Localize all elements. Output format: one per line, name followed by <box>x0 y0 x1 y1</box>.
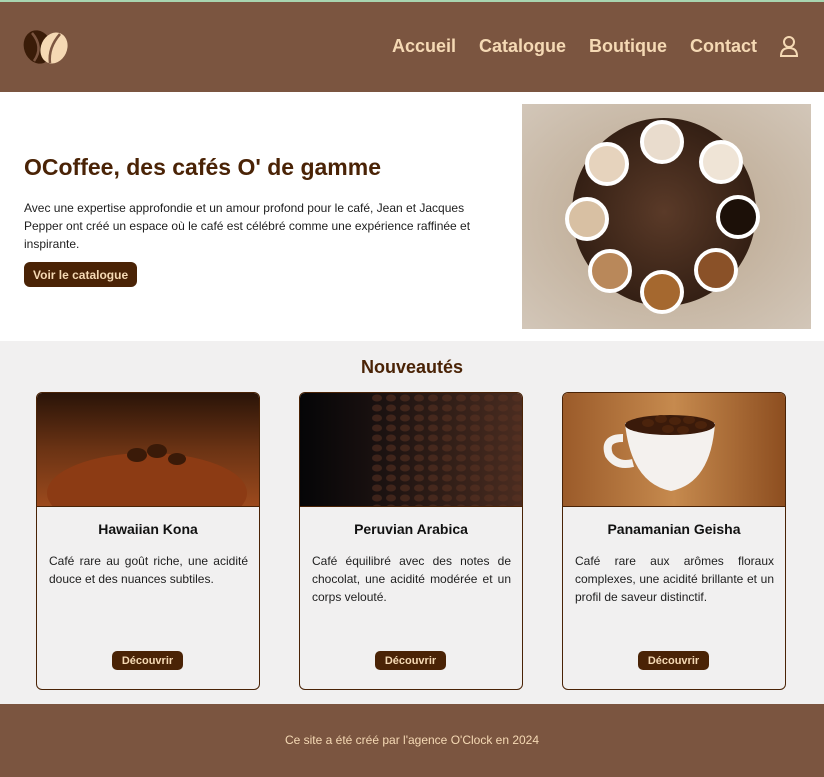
user-icon[interactable] <box>779 35 799 57</box>
product-image-cup-of-beans <box>563 393 785 507</box>
product-image-coffee-beans <box>300 393 522 507</box>
product-card-hawaiian-kona: Hawaiian Kona Café rare au goût riche, u… <box>36 392 260 690</box>
product-title: Peruvian Arabica <box>354 521 468 537</box>
nav-catalogue[interactable]: Catalogue <box>479 36 566 57</box>
hero-section: OCoffee, des cafés O' de gamme Avec une … <box>0 92 824 341</box>
hero-title: OCoffee, des cafés O' de gamme <box>24 154 381 180</box>
section-title: Nouveautés <box>360 357 464 377</box>
site-header: Accueil Catalogue Boutique Contact <box>0 2 824 92</box>
hero-text: Avec une expertise approfondie et un amo… <box>24 201 471 251</box>
new-products-section: Nouveautés Hawaiian Kona Café rare au go… <box>0 341 824 704</box>
nav-accueil[interactable]: Accueil <box>392 36 456 57</box>
coffee-bean-logo[interactable] <box>22 28 70 66</box>
product-description: Café rare au goût riche, une acidité dou… <box>49 554 248 586</box>
product-title: Hawaiian Kona <box>98 521 198 537</box>
nav-contact[interactable]: Contact <box>690 36 757 57</box>
discover-button[interactable]: Découvrir <box>638 651 709 670</box>
discover-button[interactable]: Découvrir <box>112 651 183 670</box>
product-title: Panamanian Geisha <box>607 521 741 537</box>
product-card-peruvian-arabica: Peruvian Arabica Café équilibré avec des… <box>299 392 523 690</box>
catalogue-button[interactable]: Voir le catalogue <box>24 262 138 287</box>
hero-image-coffee-cups <box>522 104 811 329</box>
nav-boutique[interactable]: Boutique <box>589 36 667 57</box>
footer-text: Ce site a été créé par l'agence O'Clock … <box>284 733 540 747</box>
site-footer: Ce site a été créé par l'agence O'Clock … <box>0 704 824 777</box>
product-image-coffee-grounds <box>37 393 259 507</box>
main-nav: Accueil Catalogue Boutique Contact <box>369 35 799 57</box>
product-description: Café équilibré avec des notes de chocola… <box>312 554 511 604</box>
product-card-panamanian-geisha: Panamanian Geisha Café rare aux arômes f… <box>562 392 786 690</box>
discover-button[interactable]: Découvrir <box>375 651 446 670</box>
product-description: Café rare aux arômes floraux complexes, … <box>575 554 774 604</box>
